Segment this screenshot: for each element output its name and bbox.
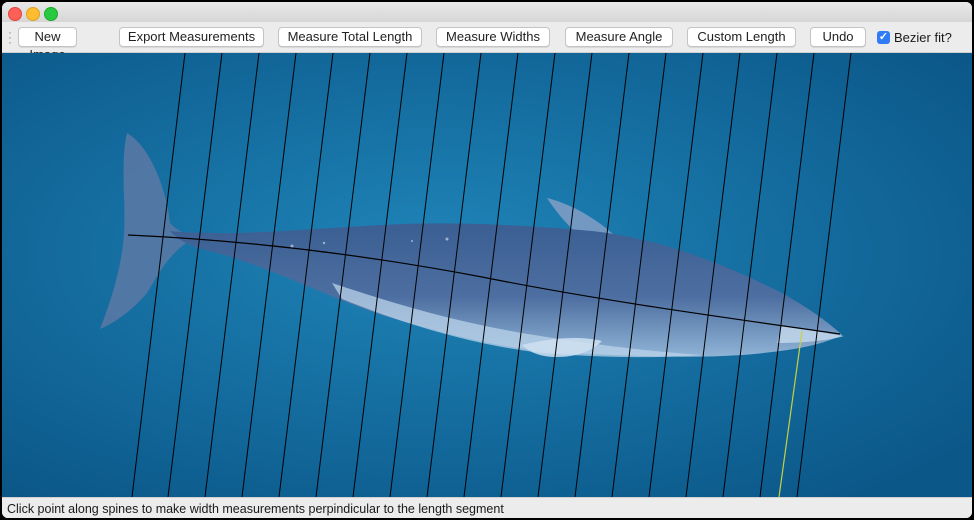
- toolbar-grip-icon[interactable]: · · ·: [8, 26, 12, 48]
- new-image-button[interactable]: New Image: [18, 27, 77, 62]
- minimize-window-button[interactable]: [26, 7, 40, 21]
- measure-total-length-button[interactable]: Measure Total Length: [278, 27, 422, 47]
- measure-angle-button[interactable]: Measure Angle: [565, 27, 673, 47]
- status-message: Click point along spines to make width m…: [7, 502, 504, 516]
- toolbar: ··· New Image Export Measurements Measur…: [2, 22, 972, 62]
- whale-spot: [411, 240, 413, 242]
- undo-button[interactable]: Undo: [810, 27, 866, 47]
- bezier-fit-toggle[interactable]: ✓ Bezier fit?: [877, 29, 952, 45]
- export-measurements-button[interactable]: Export Measurements: [119, 27, 264, 47]
- whale-spot: [290, 244, 294, 248]
- measure-widths-button[interactable]: Measure Widths: [436, 27, 550, 47]
- title-bar: [2, 2, 972, 22]
- whale-spot: [445, 237, 449, 241]
- whale-photo: [2, 53, 972, 497]
- bezier-fit-checkbox[interactable]: ✓: [877, 30, 890, 44]
- zoom-window-button[interactable]: [44, 7, 58, 21]
- status-bar: Click point along spines to make width m…: [2, 497, 972, 518]
- bezier-fit-label: Bezier fit?: [894, 29, 952, 45]
- close-window-button[interactable]: [8, 7, 22, 21]
- custom-length-button[interactable]: Custom Length: [687, 27, 796, 47]
- app-window: ··· New Image Export Measurements Measur…: [2, 2, 972, 518]
- image-canvas[interactable]: [2, 53, 972, 497]
- whale-spot: [322, 241, 326, 245]
